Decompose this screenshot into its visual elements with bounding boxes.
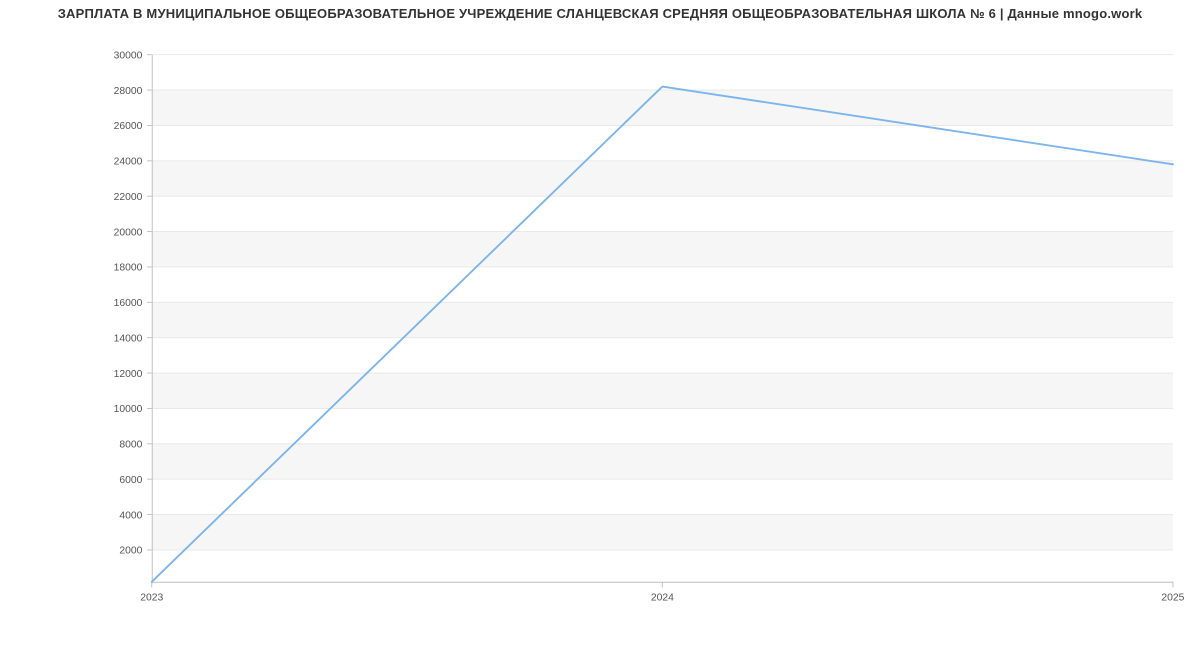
y-tick-label: 18000 <box>114 263 143 274</box>
y-tick-label: 28000 <box>114 86 143 97</box>
y-tick-label: 10000 <box>114 404 143 415</box>
x-tick-label: 2023 <box>140 593 163 604</box>
chart-container: ЗАРПЛАТА В МУНИЦИПАЛЬНОЕ ОБЩЕОБРАЗОВАТЕЛ… <box>0 0 1200 650</box>
x-tick-label: 2024 <box>651 593 674 604</box>
y-tick-label: 26000 <box>114 121 143 132</box>
y-tick-label: 8000 <box>119 440 142 451</box>
y-tick-label: 22000 <box>114 192 143 203</box>
y-tick-label: 4000 <box>119 510 142 521</box>
y-tick-label: 12000 <box>114 369 143 380</box>
chart-title: ЗАРПЛАТА В МУНИЦИПАЛЬНОЕ ОБЩЕОБРАЗОВАТЕЛ… <box>0 6 1200 21</box>
y-tick-label: 6000 <box>119 475 142 486</box>
y-tick-label: 20000 <box>114 227 143 238</box>
plot-area: 2000 4000 6000 8000 10000 12000 14000 16000 1800… <box>100 50 1185 610</box>
y-tick-label: 16000 <box>114 298 143 309</box>
chart-svg: 2000 4000 6000 8000 10000 12000 14000 16000 1800… <box>100 50 1185 610</box>
y-tick-label: 24000 <box>114 157 143 168</box>
x-tick-label: 2025 <box>1161 593 1184 604</box>
y-tick-label: 14000 <box>114 333 143 344</box>
y-tick-label: 2000 <box>119 546 142 557</box>
y-tick-label: 30000 <box>114 50 143 61</box>
